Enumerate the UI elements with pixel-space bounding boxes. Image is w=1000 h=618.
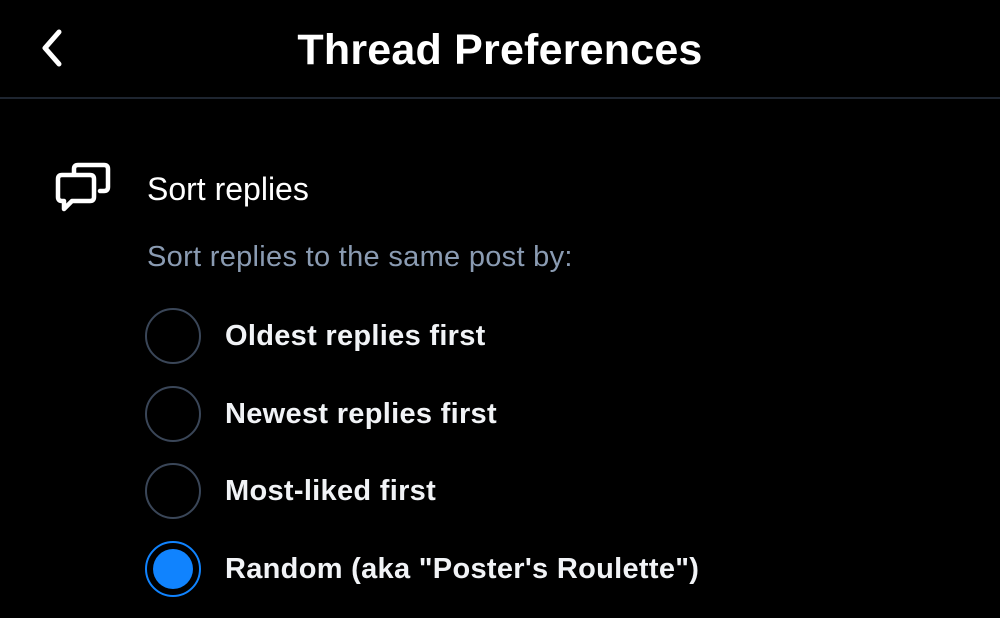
option-label: Most-liked first (225, 474, 437, 507)
radio-option-oldest[interactable]: Oldest replies first (145, 305, 486, 367)
radio-option-newest[interactable]: Newest replies first (145, 383, 497, 445)
section-title: Sort replies (147, 171, 309, 207)
radio-button[interactable] (145, 463, 201, 519)
radio-option-most-liked[interactable]: Most-liked first (145, 460, 436, 522)
radio-button[interactable] (145, 386, 201, 442)
option-label: Random (aka "Poster's Roulette") (225, 552, 700, 585)
radio-button[interactable] (145, 541, 201, 597)
chat-bubbles-icon (54, 161, 112, 215)
option-label: Newest replies first (225, 397, 497, 430)
page-title: Thread Preferences (297, 26, 703, 74)
option-label: Oldest replies first (225, 319, 486, 352)
radio-button[interactable] (145, 308, 201, 364)
section-description: Sort replies to the same post by: (147, 241, 573, 273)
header-bar: Thread Preferences (0, 0, 1000, 99)
radio-option-random[interactable]: Random (aka "Poster's Roulette") (145, 538, 699, 600)
